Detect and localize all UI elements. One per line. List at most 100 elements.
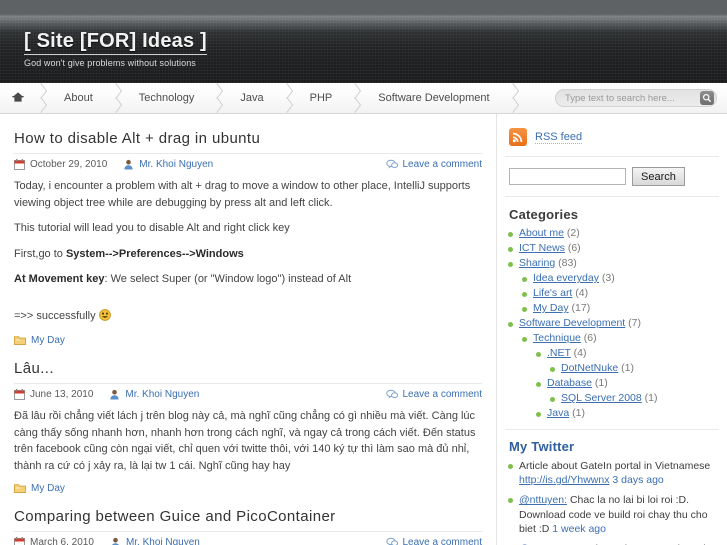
category-count: (1) [594,377,608,389]
para-strong: System-->Preferences-->Windows [65,247,244,260]
category-count: (4) [575,287,589,299]
post-date-text: June 13, 2010 [30,389,94,400]
category-count: (83) [558,257,577,269]
category-item[interactable]: Technique (6) [519,332,719,344]
category-item[interactable]: About me (2) [505,227,719,239]
category-count: (7) [628,317,641,329]
rss-icon [509,128,527,146]
category-item[interactable]: DotNetNuke (1) [547,362,719,374]
header-search-input[interactable] [556,90,716,106]
post-meta: June 13, 2010 Mr. Khoi Nguyen Leave a co… [14,383,482,400]
post-comment-link[interactable]: Leave a comment [385,537,482,545]
nav-separator [280,83,294,113]
category-item[interactable]: Java (1) [533,407,719,419]
category-link[interactable]: Java [547,407,569,419]
sidebar-search-button[interactable]: Search [632,167,685,186]
category-item[interactable]: Life's art (4) [519,287,719,299]
category-link[interactable]: DotNetNuke [561,362,618,374]
post-category[interactable]: My Day [14,335,482,346]
tweet-item: Article about GateIn portal in Vietnames… [505,459,719,487]
nav-item-technology[interactable]: Technology [123,83,211,113]
category-link[interactable]: About me [519,227,564,239]
page-body: How to disable Alt + drag in ubuntu Octo… [0,114,727,545]
category-link[interactable]: Sharing [519,257,555,269]
post-body: Đã lâu rồi chẳng viết lách j trên blog n… [14,408,482,474]
post-title[interactable]: Comparing between Guice and PicoContaine… [14,508,482,525]
calendar-icon [14,537,25,545]
category-link[interactable]: ICT News [519,242,565,254]
post-category-label: My Day [31,335,65,346]
home-icon [12,91,24,106]
category-item[interactable]: My Day (17) [519,302,719,314]
calendar-icon [14,159,25,170]
categories-list: About me (2) ICT News (6) Sharing (83) I… [505,227,719,419]
category-count: (1) [644,392,658,404]
sidebar-search-input[interactable] [509,168,626,185]
tweet-item: @nttuyen: Chac la no lai bi loi roi :D. … [505,493,719,536]
category-link[interactable]: Software Development [519,317,625,329]
category-link[interactable]: Technique [533,332,581,344]
nav-item-about[interactable]: About [48,83,109,113]
comment-icon [385,537,398,545]
post-closing: =>> successfully [14,308,482,327]
para-prefix: First,go to [14,247,66,260]
category-item[interactable]: .NET (4) [533,347,719,359]
post-paragraph-bold-2: At Movement key: We select Super (or "Wi… [14,271,482,288]
nav-item-software-development[interactable]: Software Development [362,83,505,113]
category-count: (3) [601,272,615,284]
tweet-text: Article about GateIn portal in Vietnames… [519,460,711,472]
site-title[interactable]: [ Site [FOR] Ideas ] [24,30,207,55]
category-item[interactable]: Database (1) [533,377,719,389]
site-header: [ Site [FOR] Ideas ] God won't give prob… [0,14,727,83]
category-link[interactable]: .NET [547,347,571,359]
category-link[interactable]: Idea everyday [533,272,599,284]
category-item[interactable]: Sharing (83) [505,257,719,269]
post-author[interactable]: Mr. Khoi Nguyen [109,389,199,400]
rss-feed-label: RSS feed [535,130,583,144]
post-paragraph-bold-1: First,go to System-->Preferences-->Windo… [14,246,482,263]
post-comment-link[interactable]: Leave a comment [385,389,482,400]
category-item[interactable]: Idea everyday (3) [519,272,719,284]
post-author[interactable]: Mr. Khoi Nguyen [110,537,200,545]
rss-feed-widget[interactable]: RSS feed [505,126,719,157]
user-icon [123,159,134,170]
category-item[interactable]: Software Development (7) [505,317,719,329]
nav-separator [34,83,48,113]
category-count: (6) [583,332,597,344]
post-comment-link[interactable]: Leave a comment [385,159,482,170]
nav-item-home[interactable] [0,83,34,113]
post-author[interactable]: Mr. Khoi Nguyen [123,159,213,170]
tweet-link[interactable]: http://is.gd/Yhwwnx [519,474,609,486]
post-date: October 29, 2010 [14,159,107,170]
search-icon[interactable] [700,91,714,105]
calendar-icon [14,389,25,400]
twitter-widget-title: My Twitter [509,439,575,454]
tweet-user[interactable]: @nttuyen: [519,494,567,506]
post-author-name: Mr. Khoi Nguyen [125,389,200,400]
category-item[interactable]: SQL Server 2008 (1) [547,392,719,404]
category-item[interactable]: ICT News (6) [505,242,719,254]
post-title[interactable]: How to disable Alt + drag in ubuntu [14,130,482,147]
smiley-icon [98,308,111,327]
sidebar-search-widget: Search [505,167,719,197]
category-link[interactable]: Database [547,377,592,389]
category-count: (17) [571,302,591,314]
post-date-text: March 6, 2010 [30,537,94,545]
post-author-name: Mr. Khoi Nguyen [125,537,200,545]
post-closing-text: =>> successfully [14,309,96,322]
category-link[interactable]: SQL Server 2008 [561,392,642,404]
category-link[interactable]: My Day [533,302,569,314]
post-paragraph: This tutorial will lead you to disable A… [14,222,290,234]
nav-item-php[interactable]: PHP [294,83,349,113]
post-category[interactable]: My Day [14,483,482,494]
main-navigation: About Technology Java PHP Software Devel… [0,83,727,114]
tweet-ago: 1 week ago [549,522,606,535]
category-link[interactable]: Life's art [533,287,572,299]
header-search-box[interactable] [555,89,717,107]
category-count: (4) [573,347,587,359]
post-title[interactable]: Lâu... [14,360,482,377]
top-strip [0,0,727,14]
nav-item-java[interactable]: Java [224,83,279,113]
post-paragraph: Đã lâu rồi chẳng viết lách j trên blog n… [14,410,476,472]
folder-icon [14,335,26,346]
